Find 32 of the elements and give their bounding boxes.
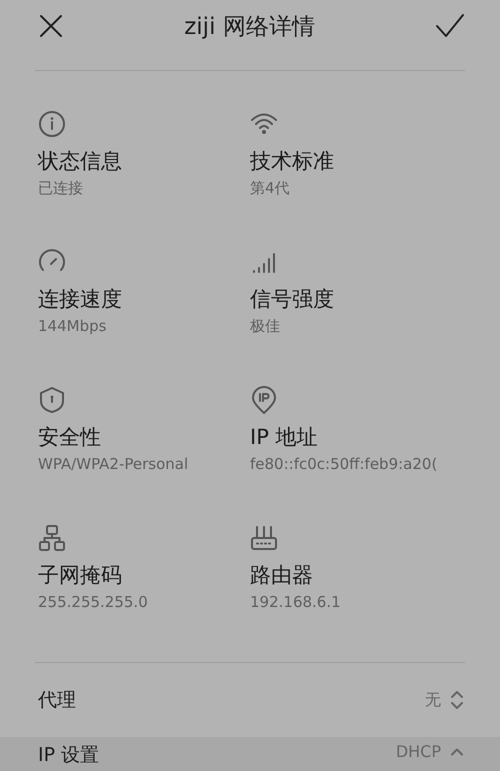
detail-value: fe80::fc0c:50ff:feb9:a20( <box>250 455 438 473</box>
checkmark-icon[interactable] <box>435 13 465 39</box>
window-title: ziji 网络详情 <box>184 12 315 42</box>
setting-label: 代理 <box>38 688 76 713</box>
detail-label: 状态信息 <box>38 148 123 175</box>
up-down-chevron-icon <box>449 688 465 712</box>
detail-label: 安全性 <box>38 424 102 451</box>
detail-value: 第4代 <box>250 179 291 198</box>
detail-label: 连接速度 <box>38 286 123 313</box>
detail-label: 技术标准 <box>250 148 335 175</box>
info-icon <box>38 110 66 138</box>
close-icon[interactable] <box>38 13 64 39</box>
detail-value: 极佳 <box>250 317 281 336</box>
detail-value: 255.255.255.0 <box>38 593 149 611</box>
setting-label: IP 设置 <box>38 743 100 768</box>
detail-value: 已连接 <box>38 179 84 198</box>
setting-value: 无 <box>425 690 441 710</box>
detail-value: WPA/WPA2-Personal <box>38 455 190 473</box>
detail-label: 信号强度 <box>250 286 335 313</box>
network-icon <box>38 524 66 552</box>
detail-value: 192.168.6.1 <box>250 593 342 611</box>
caret-up-icon <box>449 747 465 756</box>
settings-row[interactable]: 代理 无 <box>0 663 500 737</box>
settings-row[interactable]: IP 设置 DHCP <box>0 737 500 771</box>
setting-value: DHCP <box>396 742 441 761</box>
detail-label: 路由器 <box>250 562 314 589</box>
router-icon <box>250 524 278 552</box>
detail-label: 子网掩码 <box>38 562 123 589</box>
location-pin-icon <box>250 386 278 414</box>
detail-label: IP 地址 <box>250 424 319 451</box>
detail-value: 144Mbps <box>38 317 108 335</box>
shield-icon <box>38 386 66 414</box>
